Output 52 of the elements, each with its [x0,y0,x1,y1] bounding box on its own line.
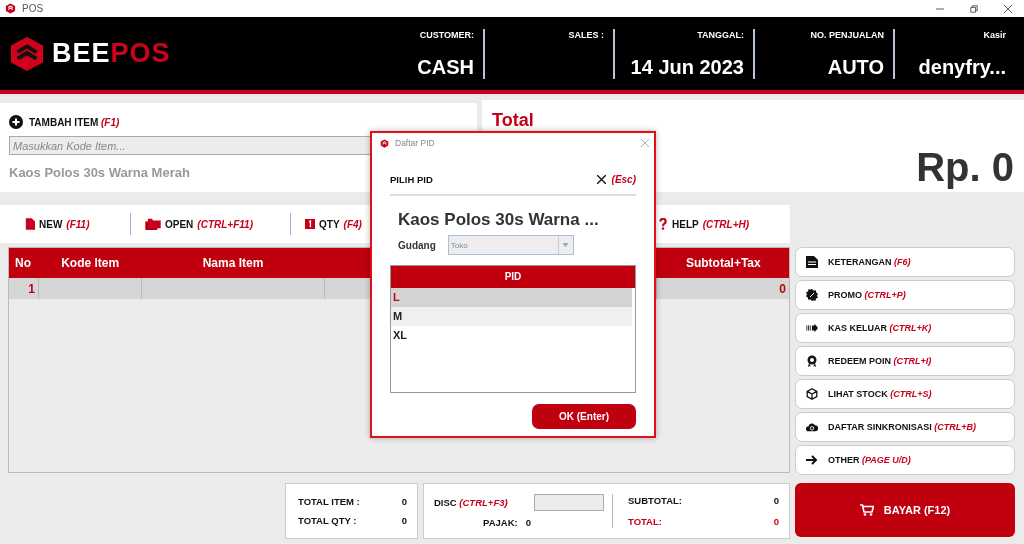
tax-value: 0 [525,517,531,528]
action-button[interactable]: PROMO (CTRL+P) [795,280,1015,310]
grand-total-label: TOTAL: [628,516,662,527]
subtotal-label: SUBTOTAL: [628,495,682,506]
column-header: Subtotal+Tax [684,256,762,270]
dialog-heading: PILIH PID [390,174,433,185]
product-name: Kaos Polos 30s Warna ... [398,210,600,230]
header-value: 14 Jun 2023 [630,55,744,79]
action-button[interactable]: KAS KELUAR (CTRL+K) [795,313,1015,343]
column-header: PID [391,266,635,288]
tax-label: PAJAK: [483,517,518,528]
toolbar-button[interactable]: NEW (F11) [25,218,90,230]
header-value: denyfry... [918,55,1006,79]
total-item-value: 0 [401,496,407,507]
ok-button[interactable]: OK (Enter) [532,404,636,429]
total-amount: Rp. 0 [916,145,1014,190]
brand-name: BEEPOS [52,38,171,69]
total-qty-value: 0 [401,515,407,526]
header-value: AUTO [827,55,884,79]
pay-button[interactable]: BAYAR (F12) [795,483,1015,537]
action-button[interactable]: KETERANGAN (F6) [795,247,1015,277]
total-label: Total [492,110,535,131]
total-item-label: TOTAL ITEM : [298,496,360,507]
column-header: Nama Item [201,256,265,270]
close-button[interactable]: (Esc) [596,174,636,185]
subtotal-value: 0 [773,495,779,506]
action-button[interactable]: LIHAT STOCK (CTRL+S) [795,379,1015,409]
table-cell: 1 [9,278,39,299]
column-header: Kode Item [60,256,121,270]
action-button[interactable]: REDEEM POIN (CTRL+I) [795,346,1015,376]
toolbar-button[interactable]: HELP (CTRL+H) [658,218,750,230]
pid-row[interactable]: M [391,307,632,326]
toolbar-button[interactable]: QTY (F4) [305,218,362,230]
toolbar-button[interactable]: OPEN (CTRL+F11) [145,218,253,230]
grand-total-value: 0 [773,516,779,527]
header-label: TANGGAL: [697,29,744,40]
action-button[interactable]: DAFTAR SINKRONISASI (CTRL+B) [795,412,1015,442]
header-label: NO. PENJUALAN [810,29,884,40]
column-header: No [14,256,32,270]
action-button[interactable]: OTHER (PAGE U/D) [795,445,1015,475]
header-value: CASH [417,55,474,79]
header-label: CUSTOMER: [419,29,474,40]
table-cell-text: 0 [778,281,787,298]
discount-label: DISC (CTRL+F3) [434,497,508,508]
warehouse-label: Gudang [398,239,436,251]
add-item-label[interactable]: TAMBAH ITEM (F1) [29,116,120,128]
pid-row[interactable]: L [391,288,632,307]
dialog-title: Daftar PID [395,138,435,148]
header-label: SALES : [568,29,604,40]
window-title: POS [22,3,44,14]
total-qty-label: TOTAL QTY : [298,515,357,526]
header-label: Kasir [983,29,1006,40]
